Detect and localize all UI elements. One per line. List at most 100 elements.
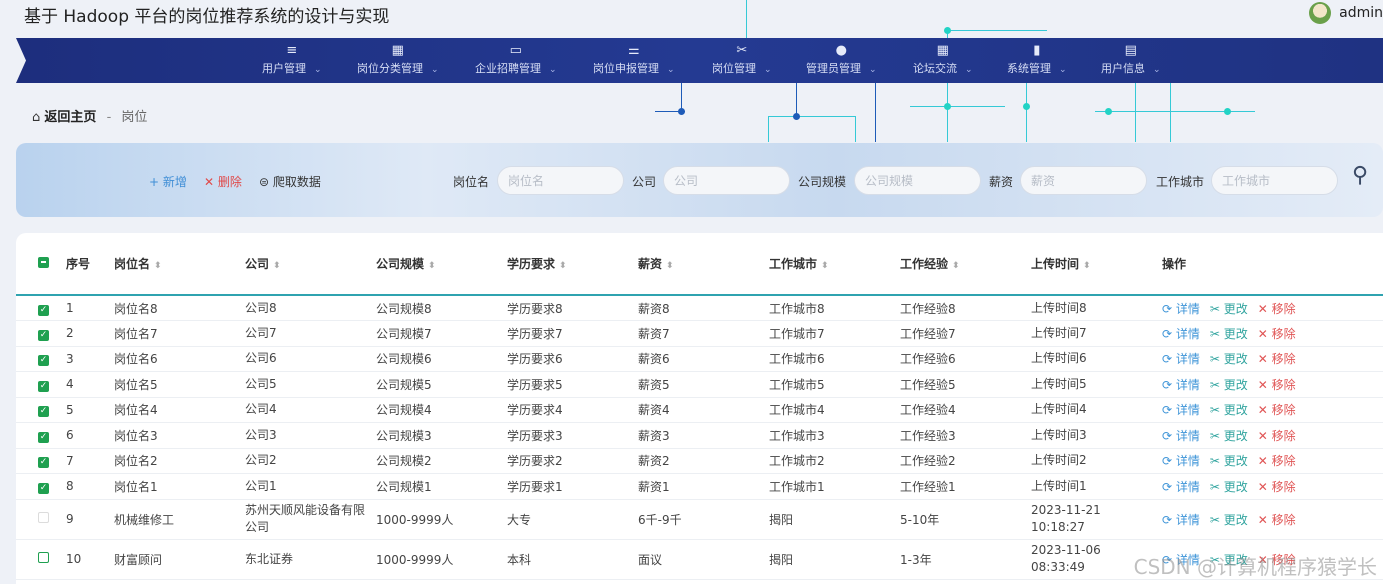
cell-job-name: 岗位名7	[114, 320, 245, 347]
detail-button[interactable]: ⟳ 详情	[1162, 378, 1200, 392]
nav-label: 系统管理	[1007, 62, 1051, 75]
header-label: 薪资	[638, 257, 663, 271]
detail-button[interactable]: ⟳ 详情	[1162, 454, 1200, 468]
ticket-icon: ✂	[736, 43, 748, 58]
header-upload-time[interactable]: 上传时间 ⬍	[1031, 233, 1162, 296]
sort-icon[interactable]: ⬍	[666, 261, 674, 271]
search-icon[interactable]: ⚲	[1352, 163, 1382, 193]
cell-actions: ⟳ 详情 ✂ 更改 ✕ 移除	[1162, 371, 1383, 398]
sort-icon[interactable]: ⬍	[428, 261, 436, 271]
edit-button[interactable]: ✂ 更改	[1210, 513, 1248, 527]
detail-button[interactable]: ⟳ 详情	[1162, 429, 1200, 443]
company-input[interactable]	[663, 166, 790, 195]
row-checkbox[interactable]: ✓	[38, 329, 49, 341]
row-checkbox[interactable]	[38, 512, 49, 523]
detail-button[interactable]: ⟳ 详情	[1162, 403, 1200, 417]
nav-item-user-management[interactable]: ≡ 用户管理 ⌄	[262, 43, 322, 76]
user-menu[interactable]: admin	[1309, 2, 1383, 24]
cell-salary: 薪资4	[638, 397, 769, 423]
row-checkbox[interactable]: ✓	[38, 457, 49, 469]
nav-item-system[interactable]: ▮ 系统管理 ⌄	[1007, 43, 1067, 76]
add-button[interactable]: + 新增	[149, 173, 187, 190]
table-row: 9 机械维修工 苏州天顺风能设备有限公司 1000-9999人 大专 6千-9千 揭阳 5-1…	[16, 499, 1383, 540]
remove-button[interactable]: ✕ 移除	[1258, 513, 1296, 527]
header-education[interactable]: 学历要求 ⬍	[507, 233, 638, 296]
detail-button[interactable]: ⟳ 详情	[1162, 352, 1200, 366]
monitor-icon: ▭	[509, 43, 522, 58]
grid-icon: ▦	[391, 43, 404, 58]
sort-icon[interactable]: ⬍	[952, 261, 960, 271]
header-label: 学历要求	[507, 257, 556, 271]
row-checkbox[interactable]	[38, 552, 49, 563]
edit-button[interactable]: ✂ 更改	[1210, 429, 1248, 443]
detail-button[interactable]: ⟳ 详情	[1162, 513, 1200, 527]
row-checkbox[interactable]: ✓	[38, 406, 49, 418]
chevron-down-icon: ⌄	[965, 65, 973, 75]
edit-button[interactable]: ✂ 更改	[1210, 327, 1248, 341]
remove-button[interactable]: ✕ 移除	[1258, 403, 1296, 417]
job-name-input[interactable]	[497, 166, 624, 195]
sort-icon[interactable]: ⬍	[273, 261, 281, 271]
city-input[interactable]	[1211, 166, 1338, 195]
edit-button[interactable]: ✂ 更改	[1210, 454, 1248, 468]
nav-item-forum[interactable]: ▦ 论坛交流 ⌄	[913, 43, 973, 76]
edit-button[interactable]: ✂ 更改	[1210, 480, 1248, 494]
detail-button[interactable]: ⟳ 详情	[1162, 480, 1200, 494]
header-company[interactable]: 公司 ⬍	[245, 233, 376, 296]
cell-actions: ⟳ 详情 ✂ 更改 ✕ 移除	[1162, 422, 1383, 449]
row-checkbox[interactable]: ✓	[38, 355, 49, 367]
row-checkbox[interactable]: ✓	[38, 431, 49, 443]
nav-item-admin[interactable]: ● 管理员管理 ⌄	[806, 43, 877, 76]
nav-item-user-info[interactable]: ▤ 用户信息 ⌄	[1101, 43, 1161, 76]
edit-button[interactable]: ✂ 更改	[1210, 352, 1248, 366]
detail-button[interactable]: ⟳ 详情	[1162, 327, 1200, 341]
nav-item-job-category[interactable]: ▦ 岗位分类管理 ⌄	[357, 43, 439, 76]
remove-button[interactable]: ✕ 移除	[1258, 327, 1296, 341]
remove-button[interactable]: ✕ 移除	[1258, 352, 1296, 366]
remove-button[interactable]: ✕ 移除	[1258, 480, 1296, 494]
header-city[interactable]: 工作城市 ⬍	[769, 233, 900, 296]
remove-button[interactable]: ✕ 移除	[1258, 429, 1296, 443]
delete-button[interactable]: ✕ 删除	[204, 173, 242, 190]
nav-item-recruitment[interactable]: ▭ 企业招聘管理 ⌄	[475, 43, 557, 76]
header-experience[interactable]: 工作经验 ⬍	[900, 233, 1031, 296]
sort-icon[interactable]: ⬍	[559, 261, 567, 271]
row-checkbox[interactable]: ✓	[38, 380, 49, 392]
edit-button[interactable]: ✂ 更改	[1210, 302, 1248, 316]
user-name[interactable]: admin	[1339, 5, 1383, 21]
cell-salary: 面议	[638, 539, 769, 580]
cell-upload-time: 上传时间5	[1031, 371, 1162, 398]
cell-job-name: 岗位名8	[114, 295, 245, 321]
remove-button[interactable]: ✕ 移除	[1258, 302, 1296, 316]
salary-input[interactable]	[1020, 166, 1147, 195]
app-title: 基于 Hadoop 平台的岗位推荐系统的设计与实现	[24, 7, 390, 27]
cell-salary: 6千-9千	[638, 499, 769, 540]
detail-button[interactable]: ⟳ 详情	[1162, 302, 1200, 316]
sort-icon[interactable]: ⬍	[821, 261, 829, 271]
sort-icon[interactable]: ⬍	[154, 261, 162, 271]
row-checkbox[interactable]: ✓	[38, 304, 49, 316]
cell-job-name: 岗位名4	[114, 397, 245, 423]
sort-icon[interactable]: ⬍	[1083, 261, 1091, 271]
cell-experience: 工作经验6	[900, 346, 1031, 372]
breadcrumb-home[interactable]: 返回主页	[44, 110, 96, 125]
remove-button[interactable]: ✕ 移除	[1258, 378, 1296, 392]
edit-button[interactable]: ✂ 更改	[1210, 378, 1248, 392]
home-icon[interactable]: ⌂	[32, 110, 40, 125]
nav-item-job-management[interactable]: ✂ 岗位管理 ⌄	[712, 43, 772, 76]
cell-salary: 薪资1	[638, 473, 769, 500]
cell-city: 揭阳	[769, 539, 900, 580]
cell-index: 8	[66, 473, 114, 500]
header-job-name[interactable]: 岗位名 ⬍	[114, 233, 245, 296]
breadcrumb: ⌂ 返回主页 - 岗位	[32, 106, 147, 125]
row-checkbox[interactable]: ✓	[38, 482, 49, 494]
nav-item-job-application[interactable]: ⚌ 岗位申报管理 ⌄	[593, 43, 675, 76]
select-all-checkbox[interactable]	[38, 256, 49, 268]
remove-button[interactable]: ✕ 移除	[1258, 454, 1296, 468]
header-company-scale[interactable]: 公司规模 ⬍	[376, 233, 507, 296]
avatar[interactable]	[1309, 2, 1332, 24]
company-scale-input[interactable]	[854, 166, 981, 195]
edit-button[interactable]: ✂ 更改	[1210, 403, 1248, 417]
header-salary[interactable]: 薪资 ⬍	[638, 233, 769, 296]
crawl-data-button[interactable]: ⊜ 爬取数据	[259, 173, 321, 190]
